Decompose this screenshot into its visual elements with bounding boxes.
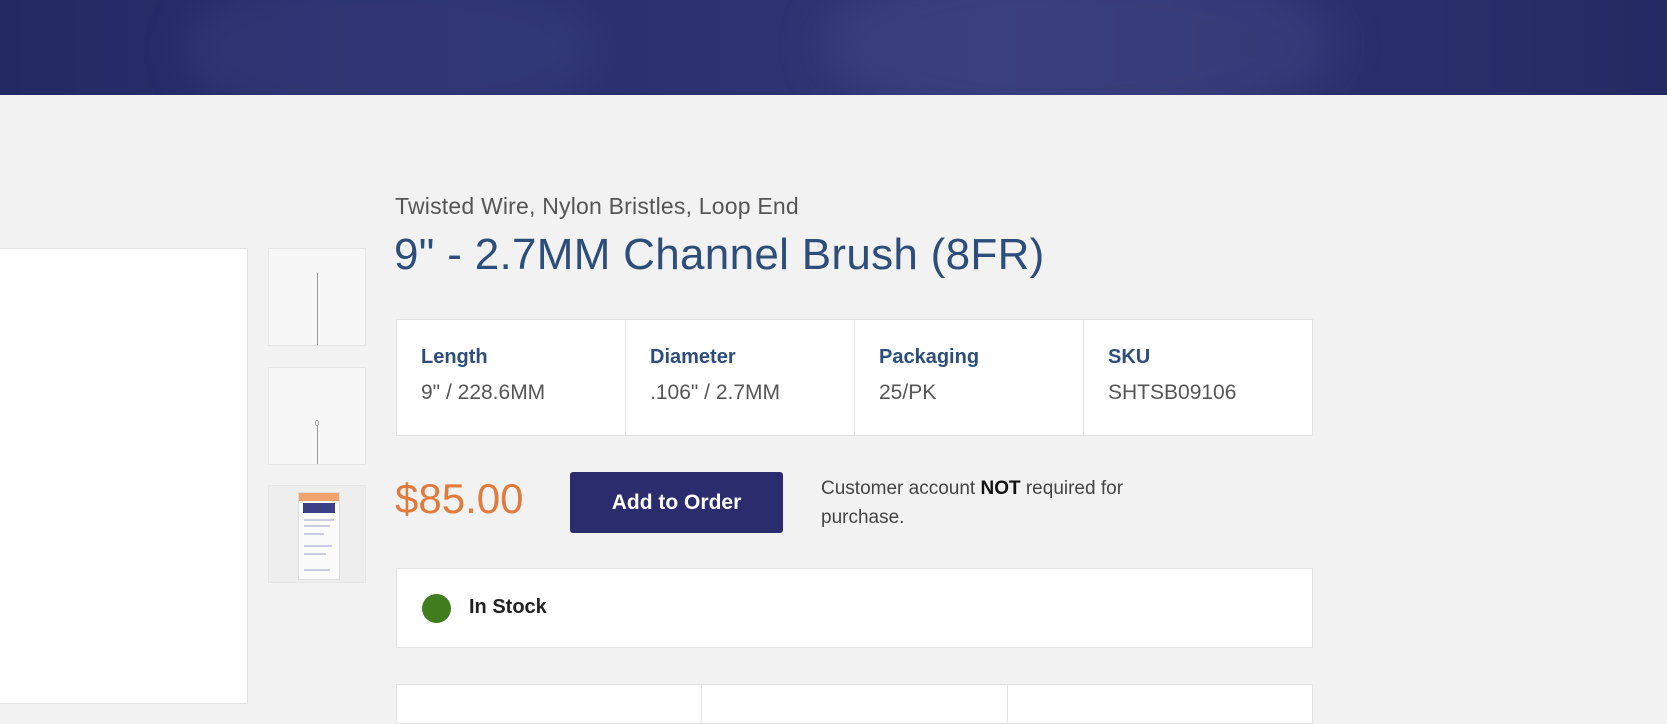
thumbnail-brush-full[interactable] — [268, 248, 366, 346]
banner-decoration — [820, 0, 1340, 95]
main-product-image[interactable] — [0, 248, 248, 704]
spec-value: SHTSB09106 — [1108, 381, 1237, 404]
spec-length: Length 9" / 228.6MM — [397, 320, 626, 435]
brush-wire-icon — [317, 426, 318, 464]
account-note-emphasis: NOT — [980, 478, 1021, 499]
thumbnail-brush-detail[interactable] — [268, 367, 366, 465]
packaging-image — [298, 492, 340, 580]
product-price: $85.00 — [395, 475, 524, 522]
account-note-text: Customer account — [821, 478, 981, 499]
hero-banner — [0, 0, 1667, 95]
spec-label: Diameter — [650, 346, 736, 368]
spec-label: Packaging — [879, 346, 980, 368]
spec-sku: SKU SHTSB09106 — [1084, 320, 1312, 435]
add-to-order-button[interactable]: Add to Order — [570, 472, 783, 533]
stock-status-text: In Stock — [469, 596, 547, 618]
product-title: 9" - 2.7MM Channel Brush (8FR) — [394, 230, 1045, 279]
stock-status-panel: In Stock — [396, 568, 1313, 648]
spec-diameter: Diameter .106" / 2.7MM — [626, 320, 855, 435]
spec-value: 9" / 228.6MM — [421, 381, 546, 404]
secondary-panel-cell — [1008, 685, 1312, 723]
banner-decoration — [180, 0, 600, 95]
account-note: Customer account NOT required for purcha… — [821, 474, 1141, 532]
secondary-panel — [396, 684, 1313, 724]
spec-table: Length 9" / 228.6MM Diameter .106" / 2.7… — [396, 319, 1313, 436]
secondary-panel-cell — [397, 685, 703, 723]
thumbnail-packaging[interactable] — [268, 485, 366, 583]
spec-value: .106" / 2.7MM — [650, 381, 781, 404]
spec-packaging: Packaging 25/PK — [855, 320, 1084, 435]
spec-value: 25/PK — [879, 381, 937, 404]
spec-label: SKU — [1108, 346, 1151, 368]
stock-indicator-icon — [422, 594, 451, 623]
product-subtitle: Twisted Wire, Nylon Bristles, Loop End — [395, 193, 799, 219]
spec-label: Length — [421, 346, 488, 368]
brush-wire-icon — [317, 273, 318, 345]
secondary-panel-cell — [702, 685, 1008, 723]
